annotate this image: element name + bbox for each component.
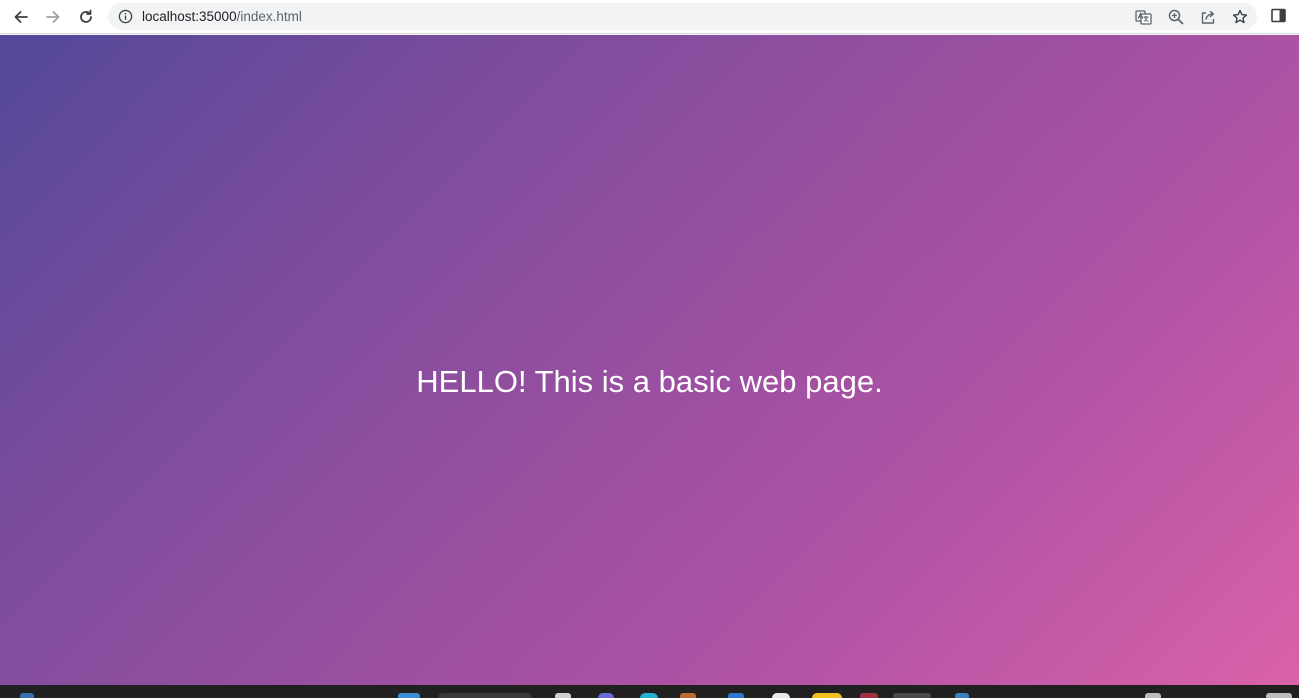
url-host: localhost:35000 xyxy=(142,9,237,24)
taskbar-widget-icon[interactable] xyxy=(20,693,34,698)
taskbar-app-icon[interactable] xyxy=(728,693,744,698)
translate-icon xyxy=(1134,9,1152,25)
start-icon[interactable] xyxy=(398,693,420,698)
taskbar-app-icon[interactable] xyxy=(812,693,842,698)
bookmark-button[interactable] xyxy=(1230,7,1250,27)
url-path: /index.html xyxy=(236,9,302,24)
taskbar-app-icon[interactable] xyxy=(598,693,614,698)
address-bar[interactable]: localhost:35000/index.html xyxy=(108,3,1257,30)
tray-icon[interactable] xyxy=(1145,693,1161,698)
reload-button[interactable] xyxy=(73,4,99,30)
taskbar-app-icon[interactable] xyxy=(772,693,790,698)
side-panel-icon xyxy=(1271,8,1286,23)
url-text[interactable]: localhost:35000/index.html xyxy=(142,9,302,24)
zoom-icon xyxy=(1168,9,1184,25)
taskbar-app-icon[interactable] xyxy=(955,693,969,698)
taskbar-app-icon[interactable] xyxy=(555,693,571,698)
reload-icon xyxy=(80,9,92,23)
taskbar-app-icon[interactable] xyxy=(680,693,696,698)
info-icon[interactable] xyxy=(118,9,133,24)
taskbar-app-icon[interactable] xyxy=(893,693,931,698)
os-taskbar xyxy=(0,685,1299,698)
share-button[interactable] xyxy=(1198,7,1218,27)
zoom-button[interactable] xyxy=(1166,7,1186,27)
page-viewport: HELLO! This is a basic web page. xyxy=(0,35,1299,685)
back-button[interactable] xyxy=(8,4,34,30)
arrow-left-icon xyxy=(14,11,28,23)
star-icon xyxy=(1232,9,1248,24)
arrow-right-icon xyxy=(46,11,60,23)
search-box[interactable] xyxy=(438,693,532,698)
taskbar-app-icon[interactable] xyxy=(640,693,658,698)
translate-button[interactable] xyxy=(1133,7,1153,27)
taskbar-app-icon[interactable] xyxy=(860,693,878,698)
page-heading: HELLO! This is a basic web page. xyxy=(416,364,883,399)
forward-button[interactable] xyxy=(40,4,66,30)
clock[interactable] xyxy=(1266,693,1292,698)
browser-toolbar: localhost:35000/index.html xyxy=(0,0,1299,34)
share-icon xyxy=(1201,10,1215,24)
side-panel-button[interactable] xyxy=(1270,7,1290,27)
